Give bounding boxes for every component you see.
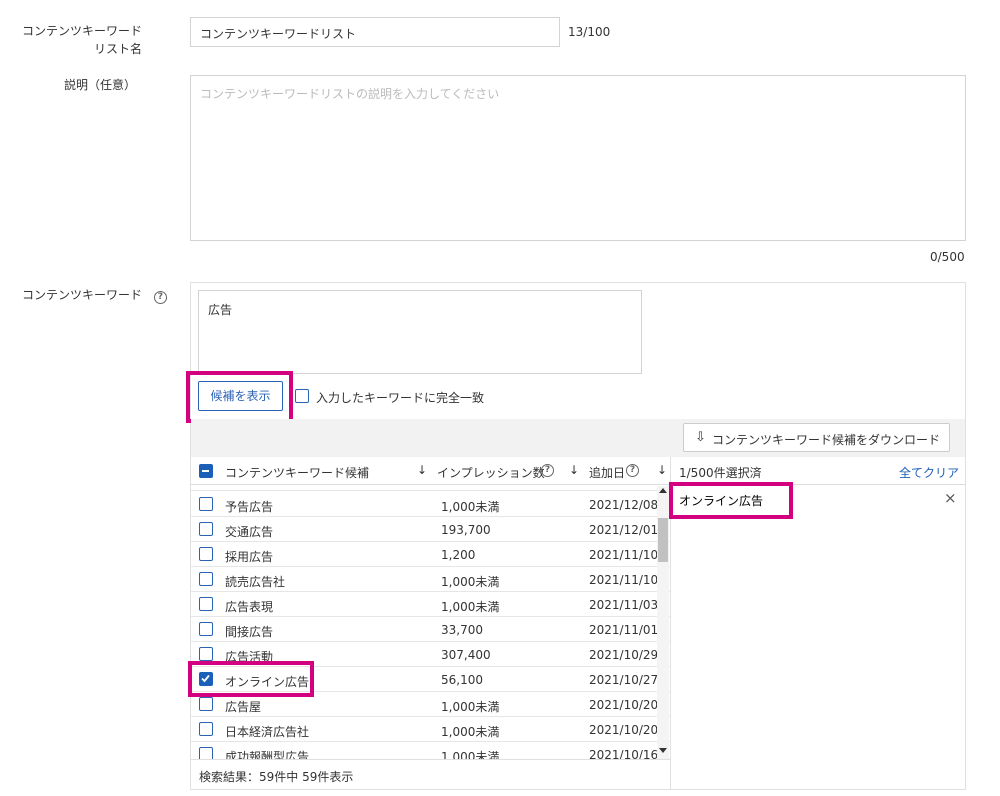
row-date: 2021/11/10 (589, 548, 659, 562)
list-name-value: コンテンツキーワードリスト (200, 27, 357, 41)
description-textarea[interactable]: コンテンツキーワードリストの説明を入力してください (190, 75, 966, 241)
list-name-label-line2: リスト名 (93, 42, 142, 56)
keywords-label: コンテンツキーワード (22, 288, 143, 302)
description-counter: 0/500 (930, 250, 965, 264)
sort-keyword-icon[interactable]: ↓ (417, 463, 427, 477)
download-button-label: コンテンツキーワード候補をダウンロード (712, 433, 941, 447)
row-date: 2021/11/01 (589, 623, 659, 637)
row-checkbox[interactable] (199, 547, 213, 561)
table-row[interactable]: 読売広告社 1,000未満 2021/11/10 (191, 567, 670, 592)
row-impressions: 307,400 (441, 648, 491, 662)
table-row[interactable]: 採用広告 1,200 2021/11/10 (191, 542, 670, 567)
selected-count: 1/500件選択済 (679, 466, 762, 480)
impressions-help-icon[interactable]: ? (541, 464, 554, 477)
table-scrollbar[interactable] (657, 486, 669, 759)
col-date-header[interactable]: 追加日 (589, 464, 625, 481)
table-header: コンテンツキーワード候補 ↓ インプレッション数 ? ↓ 追加日 ? ↓ (191, 457, 670, 485)
scroll-up-arrow[interactable] (659, 488, 667, 493)
row-date: 2021/10/27 (589, 673, 659, 687)
scroll-down-arrow[interactable] (659, 748, 667, 753)
keywords-label-group: コンテンツキーワード ? (22, 286, 167, 304)
row-date: 2021/10/29 (589, 648, 659, 662)
row-keyword: 採用広告 (225, 550, 274, 564)
list-name-label-line1: コンテンツキーワード (21, 24, 142, 38)
row-impressions: 1,000未満 (441, 600, 500, 614)
row-keyword: 読売広告社 (225, 575, 286, 589)
row-impressions: 1,000未満 (441, 575, 500, 589)
table-row[interactable]: 予告広告 1,000未満 2021/12/08 (191, 492, 670, 517)
row-impressions: 1,000未満 (441, 500, 500, 514)
row-checkbox[interactable] (199, 597, 213, 611)
row-checkbox[interactable] (199, 747, 213, 759)
description-placeholder: コンテンツキーワードリストの説明を入力してください (200, 87, 500, 101)
row-checkbox[interactable] (199, 522, 213, 536)
row-checkbox[interactable] (199, 722, 213, 736)
col-impressions-header[interactable]: インプレッション数 (437, 464, 545, 481)
row-date: 2021/10/20 (589, 723, 659, 737)
sort-date-icon[interactable]: ↓ (657, 463, 667, 477)
highlight-selected-item (669, 482, 793, 519)
date-help-icon[interactable]: ? (626, 464, 639, 477)
row-keyword: 成功報酬型広告 (225, 750, 310, 759)
table-body[interactable]: 予告広告 1,000未満 2021/12/08 交通広告 193,700 202… (191, 486, 670, 759)
row-keyword: 間接広告 (225, 625, 274, 639)
row-keyword: 予告広告 (225, 500, 274, 514)
row-keyword: 広告屋 (225, 700, 262, 714)
row-checkbox[interactable] (199, 647, 213, 661)
help-icon[interactable]: ? (153, 291, 167, 304)
table-row[interactable]: 交通広告 193,700 2021/12/01 (191, 517, 670, 542)
table-row[interactable] (191, 486, 670, 491)
table-row[interactable]: 成功報酬型広告 1,000未満 2021/10/16 (191, 742, 670, 759)
download-candidates-button[interactable]: ⇩ コンテンツキーワード候補をダウンロード (683, 423, 950, 452)
row-keyword: 日本経済広告社 (225, 725, 310, 739)
remove-icon[interactable]: × (944, 489, 957, 507)
row-keyword: 広告表現 (225, 600, 274, 614)
exact-match-checkbox[interactable] (295, 389, 309, 403)
table-footer: 検索結果：59件中 59件表示 (191, 759, 670, 789)
show-candidates-button[interactable]: 候補を表示 (198, 381, 283, 411)
row-date: 2021/12/01 (589, 523, 659, 537)
row-date: 2021/11/03 (589, 598, 659, 612)
table-row[interactable]: 間接広告 33,700 2021/11/01 (191, 617, 670, 642)
result-summary: 検索結果：59件中 59件表示 (199, 770, 354, 784)
scrollbar-thumb[interactable] (658, 518, 668, 562)
table-row[interactable]: 広告表現 1,000未満 2021/11/03 (191, 592, 670, 617)
row-date: 2021/11/10 (589, 573, 659, 587)
keyword-search-value: 広告 (208, 303, 233, 317)
row-impressions: 33,700 (441, 623, 483, 637)
download-icon: ⇩ (695, 430, 706, 445)
keyword-search-input[interactable]: 広告 (198, 290, 642, 374)
row-impressions: 56,100 (441, 673, 483, 687)
row-impressions: 193,700 (441, 523, 491, 537)
list-name-label: コンテンツキーワード リスト名 (10, 22, 142, 58)
row-checkbox[interactable] (199, 572, 213, 586)
row-checkbox[interactable] (199, 622, 213, 636)
highlight-checked-row (188, 661, 314, 697)
table-row[interactable]: 日本経済広告社 1,000未満 2021/10/20 (191, 717, 670, 742)
row-impressions: 1,000未満 (441, 700, 500, 714)
row-impressions: 1,000未満 (441, 725, 500, 739)
sort-impressions-icon[interactable]: ↓ (569, 463, 579, 477)
clear-all-link[interactable]: 全てクリア (899, 464, 959, 481)
selected-header: 1/500件選択済 全てクリア (671, 457, 966, 485)
description-label: 説明（任意） (63, 78, 136, 92)
col-keyword-header[interactable]: コンテンツキーワード候補 (225, 464, 369, 481)
row-impressions: 1,000未満 (441, 750, 500, 759)
row-keyword: 交通広告 (225, 525, 274, 539)
row-checkbox[interactable] (199, 697, 213, 711)
row-impressions: 1,200 (441, 548, 476, 562)
row-date: 2021/10/20 (589, 698, 659, 712)
row-checkbox[interactable] (199, 497, 213, 511)
list-name-input[interactable]: コンテンツキーワードリスト (190, 17, 560, 47)
exact-match-label: 入力したキーワードに完全一致 (316, 391, 485, 405)
row-date: 2021/12/08 (589, 498, 659, 512)
list-name-counter: 13/100 (568, 25, 611, 39)
row-date: 2021/10/16 (589, 748, 659, 759)
select-all-checkbox[interactable] (199, 464, 213, 478)
